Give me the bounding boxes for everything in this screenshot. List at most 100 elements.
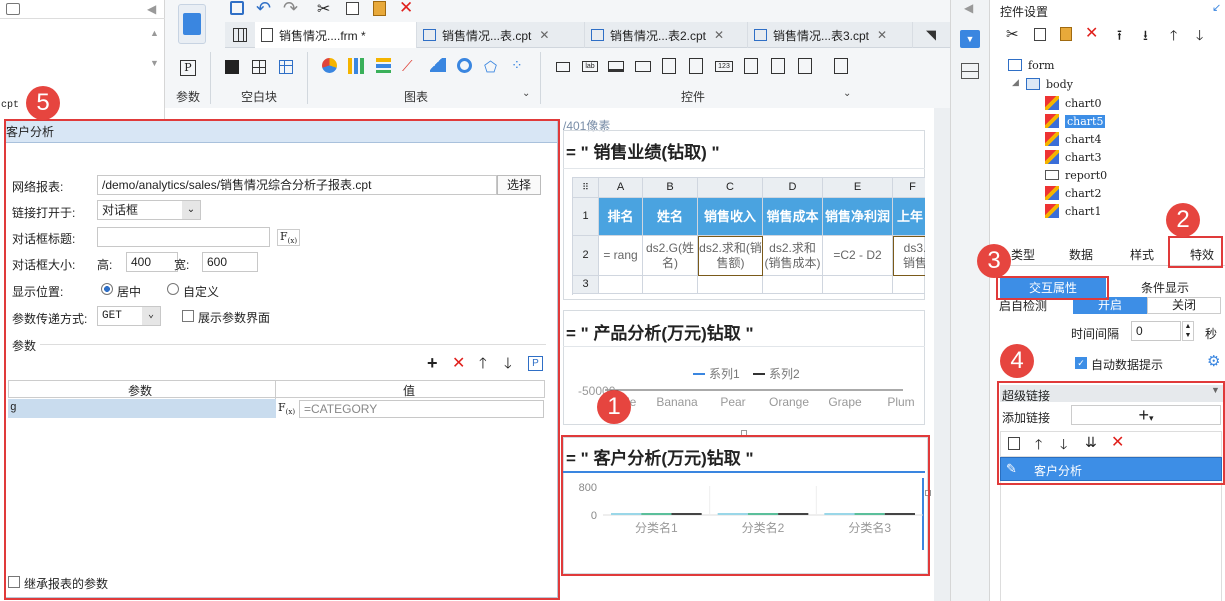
blank-split-icon[interactable] bbox=[252, 60, 266, 74]
button-widget-icon[interactable] bbox=[608, 61, 624, 72]
combo-widget-icon[interactable] bbox=[635, 61, 651, 72]
row-head-2[interactable]: 2 bbox=[573, 236, 599, 276]
add-param-icon[interactable]: + bbox=[427, 353, 438, 374]
row-head-1[interactable]: 1 bbox=[573, 198, 599, 236]
radio-center[interactable] bbox=[101, 283, 113, 295]
paste-icon[interactable] bbox=[1060, 27, 1072, 41]
col-head-f[interactable]: F bbox=[893, 178, 925, 198]
tree-body-node[interactable]: body bbox=[1026, 76, 1073, 92]
tab-cpt-1[interactable]: 销售情况...表.cpt ✕ bbox=[417, 22, 585, 48]
tree-widget-icon[interactable] bbox=[744, 58, 758, 74]
number-widget-icon[interactable]: 123 bbox=[715, 61, 733, 72]
tab-frm[interactable]: 销售情况....frm * bbox=[255, 22, 417, 48]
move-down-icon[interactable]: 🡓 bbox=[504, 353, 512, 378]
data-cell[interactable]: = rang bbox=[599, 236, 643, 276]
header-cell[interactable]: 销售收入 bbox=[698, 198, 763, 236]
show-param-checkbox[interactable] bbox=[182, 310, 194, 322]
hbar-chart-icon[interactable] bbox=[376, 58, 391, 73]
label-widget-icon[interactable]: lab bbox=[582, 61, 598, 72]
delete-icon[interactable]: ✕ bbox=[1085, 23, 1098, 43]
data-cell[interactable]: ds3.销售 bbox=[893, 236, 925, 276]
checkgroup-widget-icon[interactable] bbox=[798, 58, 812, 74]
paste-icon[interactable] bbox=[373, 1, 386, 16]
dialog-title-input[interactable] bbox=[97, 227, 270, 247]
chevron-down-icon[interactable]: ⌄ bbox=[843, 88, 851, 99]
move-up-icon[interactable]: 🡑 bbox=[1170, 25, 1177, 49]
data-cell[interactable]: ds2.求和(销售成本) bbox=[763, 236, 823, 276]
header-cell[interactable]: 排名 bbox=[599, 198, 643, 236]
empty-cell[interactable] bbox=[893, 276, 925, 294]
scroll-up-icon[interactable]: ▲ bbox=[150, 28, 159, 38]
move-up-icon[interactable]: 🡑 bbox=[1035, 434, 1042, 458]
canvas-scrollbar[interactable] bbox=[934, 108, 950, 601]
grid-view-icon[interactable] bbox=[233, 28, 247, 42]
data-cell[interactable]: =C2 - D2 bbox=[823, 236, 893, 276]
subtab-condition[interactable]: 条件显示 bbox=[1112, 278, 1218, 298]
list-widget-icon[interactable] bbox=[662, 58, 676, 74]
empty-cell[interactable] bbox=[823, 276, 893, 294]
spinner-icon[interactable]: ▲ ▼ bbox=[1182, 321, 1194, 341]
tree-form-node[interactable]: form bbox=[1008, 57, 1054, 73]
empty-cell[interactable] bbox=[599, 276, 643, 294]
scroll-down-icon[interactable]: ▼ bbox=[150, 58, 159, 68]
empty-cell[interactable] bbox=[698, 276, 763, 294]
col-head-e[interactable]: E bbox=[823, 178, 893, 198]
data-cell[interactable]: ds2.G(姓名) bbox=[643, 236, 698, 276]
height-input[interactable]: 400 bbox=[126, 252, 178, 272]
header-cell[interactable]: 销售净利润 bbox=[823, 198, 893, 236]
auto-hint-checkbox[interactable]: ✓ bbox=[1075, 357, 1087, 369]
bar-chart-icon[interactable] bbox=[348, 58, 364, 74]
gauge-chart-icon[interactable] bbox=[457, 58, 472, 73]
checkbox-widget-icon[interactable] bbox=[771, 58, 785, 74]
move-down-icon[interactable]: 🡓 bbox=[1060, 434, 1067, 458]
col-head-c[interactable]: C bbox=[698, 178, 763, 198]
delete-icon[interactable]: ✕ bbox=[399, 0, 413, 18]
gear-icon[interactable]: ⚙ bbox=[1207, 352, 1223, 370]
tree-expand-icon[interactable]: ◢ bbox=[1012, 77, 1019, 88]
tree-chart5[interactable]: chart5 bbox=[1045, 112, 1106, 130]
tab-menu-icon[interactable]: ◥ bbox=[926, 27, 936, 43]
tab-data[interactable]: 数据 bbox=[1069, 246, 1093, 263]
data-cell[interactable]: ds2.求和(销售额) bbox=[698, 236, 763, 276]
toggle-on[interactable]: 开启 bbox=[1073, 297, 1147, 314]
empty-cell[interactable] bbox=[763, 276, 823, 294]
delete-link-icon[interactable]: ✕ bbox=[1111, 432, 1124, 452]
textbox-widget-icon[interactable] bbox=[556, 62, 570, 72]
cut-icon[interactable]: ✂ bbox=[317, 0, 330, 19]
tab-cpt-2[interactable]: 销售情况...表2.cpt ✕ bbox=[585, 22, 748, 48]
tree-chart1[interactable]: chart1 bbox=[1045, 202, 1101, 220]
close-icon[interactable]: ✕ bbox=[877, 28, 887, 42]
move-up-icon[interactable]: 🡑 bbox=[479, 353, 487, 378]
chevron-down-icon[interactable]: ⌄ bbox=[522, 88, 530, 99]
layout-panel-icon[interactable] bbox=[961, 63, 979, 79]
empty-cell[interactable] bbox=[643, 276, 698, 294]
tree-chart4[interactable]: chart4 bbox=[1045, 130, 1101, 148]
collapse-left-icon[interactable]: ◀ bbox=[964, 1, 973, 15]
param-p-icon[interactable]: P bbox=[180, 60, 196, 76]
tree-chart3[interactable]: chart3 bbox=[1045, 148, 1101, 166]
scatter-chart-icon[interactable]: ⁘ bbox=[511, 57, 523, 74]
col-head-b[interactable]: B bbox=[643, 178, 698, 198]
add-link-dropdown[interactable]: +▾ bbox=[1071, 405, 1221, 425]
move-down-icon[interactable]: 🡓 bbox=[1196, 25, 1203, 49]
formula-fx-icon[interactable]: F(x) bbox=[278, 401, 295, 416]
copy-icon[interactable] bbox=[346, 2, 359, 15]
sort-icon[interactable]: ⇊ bbox=[1085, 434, 1097, 451]
radar-chart-icon[interactable]: ⬠ bbox=[484, 58, 497, 76]
header-cell[interactable]: 销售成本 bbox=[763, 198, 823, 236]
tab-type[interactable]: 类型 bbox=[1011, 246, 1035, 263]
tree-chart2[interactable]: chart2 bbox=[1045, 184, 1101, 202]
interval-input[interactable]: 0 bbox=[1131, 321, 1181, 341]
param-p-icon[interactable]: P bbox=[528, 356, 543, 371]
blank-block-icon[interactable] bbox=[225, 60, 239, 74]
delete-param-icon[interactable]: ✕ bbox=[452, 353, 465, 373]
app-logo-icon[interactable] bbox=[178, 4, 206, 44]
tree-chart0[interactable]: chart0 bbox=[1045, 94, 1101, 112]
formula-fx-icon[interactable]: F(x) bbox=[277, 229, 301, 247]
close-icon[interactable]: ✕ bbox=[714, 28, 724, 42]
col-head-a[interactable]: A bbox=[599, 178, 643, 198]
header-cell[interactable]: 上年 bbox=[893, 198, 925, 236]
param-method-select[interactable]: GET ⌄ bbox=[97, 306, 161, 326]
copy-icon[interactable] bbox=[6, 3, 20, 15]
resize-handle[interactable] bbox=[741, 430, 747, 436]
